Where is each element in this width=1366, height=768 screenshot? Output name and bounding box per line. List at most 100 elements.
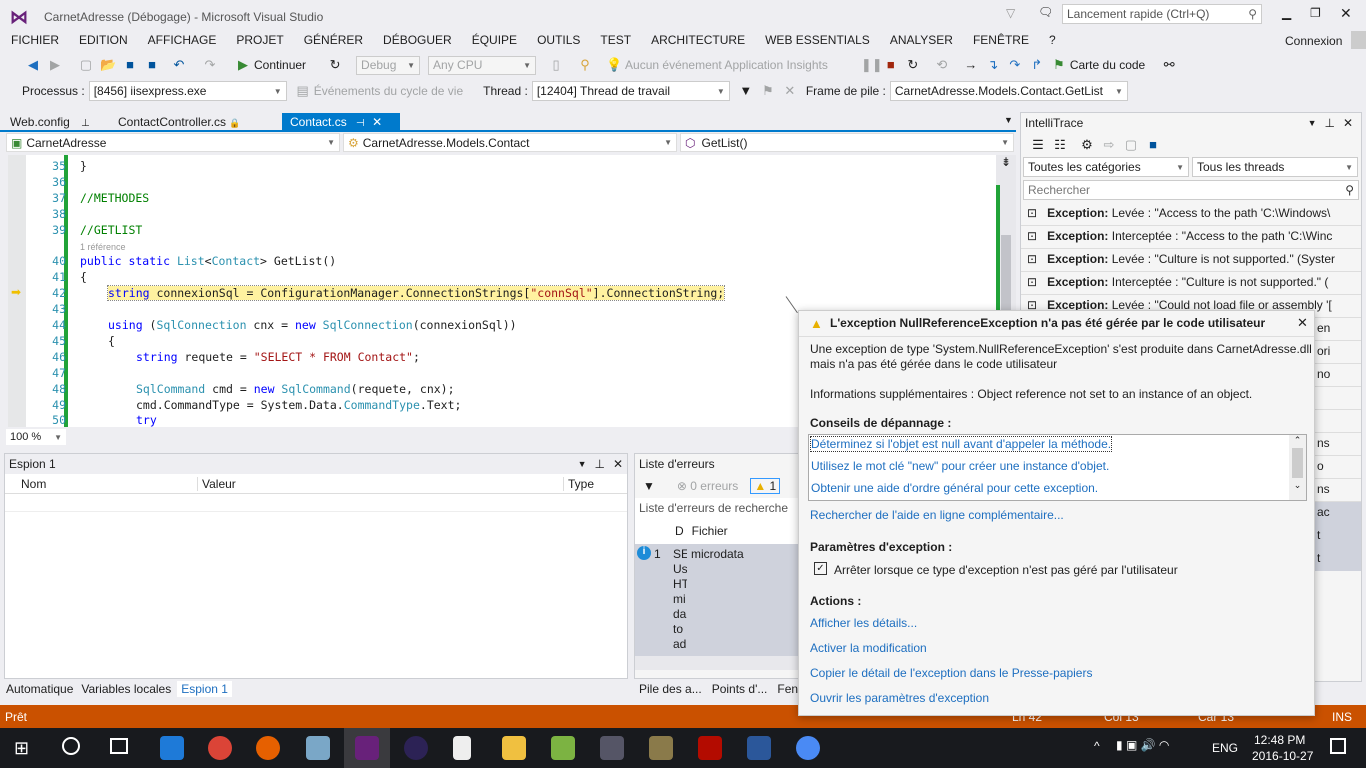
find-icon[interactable]: ⚲ xyxy=(577,57,593,73)
refresh-icon[interactable]: ↻ xyxy=(327,57,343,73)
go-icon[interactable]: ⇨ xyxy=(1101,137,1117,153)
menu-edition[interactable]: EDITION xyxy=(79,33,128,47)
menu-web-essentials[interactable]: WEB ESSENTIALS xyxy=(765,33,870,47)
tray-icons[interactable]: ▮ ▣ 🔊 ◠ xyxy=(1116,738,1169,752)
step-out-icon[interactable]: ↱ xyxy=(1029,57,1045,73)
code-line[interactable]: { xyxy=(80,270,87,284)
code-line[interactable]: { xyxy=(108,334,115,348)
code-line[interactable]: string requete = "SELECT * FROM Contact"… xyxy=(136,350,420,364)
tab-overflow-icon[interactable]: ▼ xyxy=(1004,115,1013,125)
open-file-icon[interactable]: 📂 xyxy=(100,57,116,73)
step-over-icon[interactable]: ↷ xyxy=(1007,57,1023,73)
menu-fenetre[interactable]: FENÊTRE xyxy=(973,33,1029,47)
menu-fichier[interactable]: FICHIER xyxy=(11,33,59,47)
intellitrace-search-input[interactable]: Rechercher ⚲ xyxy=(1023,180,1359,200)
tab-contact-cs[interactable]: Contact.cs ⊣ ✕ xyxy=(282,113,400,131)
back-icon[interactable]: ◀ xyxy=(25,57,41,73)
undo-icon[interactable]: ↶ xyxy=(171,57,187,73)
tab-contact-controller[interactable]: ContactController.cs 🔒 xyxy=(110,113,249,131)
device-icon[interactable]: ▯ xyxy=(548,57,564,73)
clock-date[interactable]: 2016-10-27 xyxy=(1252,749,1313,763)
current-code-line[interactable]: string connexionSql = ConfigurationManag… xyxy=(106,285,726,302)
open-icon[interactable]: ▢ xyxy=(1123,137,1139,153)
tab-breakpoints[interactable]: Points d'... xyxy=(712,682,768,696)
break-checkbox[interactable]: ✓ xyxy=(814,562,827,575)
tab-automatique[interactable]: Automatique xyxy=(6,682,73,696)
forward-icon[interactable]: ▶ xyxy=(47,57,63,73)
task-view-icon[interactable] xyxy=(110,738,128,754)
warnings-filter-button[interactable]: ▲ 1 xyxy=(750,478,781,494)
code-line[interactable]: SqlCommand cmd = new SqlCommand(requete,… xyxy=(136,382,455,396)
restore-button[interactable]: ❐ xyxy=(1310,6,1321,20)
lifecycle-icon[interactable]: ▤ xyxy=(295,83,311,99)
member-nav-select[interactable]: ⬡ GetList() ▼ xyxy=(680,133,1014,152)
tab-call-stack[interactable]: Pile des a... xyxy=(639,682,702,696)
tip-link-general-help[interactable]: Obtenir une aide d'ordre général pour ce… xyxy=(811,481,1098,495)
tool-icon[interactable]: ⚯ xyxy=(1161,57,1177,73)
step-into-icon[interactable]: ↴ xyxy=(985,57,1001,73)
code-line[interactable]: try xyxy=(136,413,157,427)
clear-flags-icon[interactable]: ✕ xyxy=(782,83,798,99)
chromium-icon[interactable] xyxy=(796,736,820,760)
project-nav-select[interactable]: ▣ CarnetAdresse ▼ xyxy=(6,133,340,152)
start-button[interactable]: ⊞ xyxy=(14,738,29,759)
search-online-help-link[interactable]: Rechercher de l'aide en ligne complément… xyxy=(810,508,1064,522)
code-line[interactable]: } xyxy=(80,159,87,173)
errors-filter-button[interactable]: ⊗ 0 erreurs xyxy=(677,479,738,493)
word-icon[interactable] xyxy=(747,736,771,760)
avatar[interactable] xyxy=(1351,31,1366,49)
pin-icon[interactable]: ⊥ xyxy=(594,457,604,471)
notifications-icon[interactable] xyxy=(1330,738,1346,754)
open-exception-settings-link[interactable]: Ouvrir les paramètres d'exception xyxy=(810,691,989,705)
play-icon[interactable]: ▶ xyxy=(235,57,251,73)
code-line[interactable]: //GETLIST xyxy=(80,223,142,237)
code-line[interactable]: using (SqlConnection cnx = new SqlConnec… xyxy=(108,318,517,332)
split-icon[interactable]: ⇟ xyxy=(996,155,1016,169)
tips-scrollbar[interactable]: ⌃ ⌄ xyxy=(1289,435,1306,500)
hot-reload-icon[interactable]: ⟲ xyxy=(934,57,950,73)
new-project-icon[interactable]: ▢ xyxy=(78,57,94,73)
account-link[interactable]: Connexion xyxy=(1285,34,1342,48)
dropdown-icon[interactable]: ▼ xyxy=(578,459,587,469)
menu-affichage[interactable]: AFFICHAGE xyxy=(148,33,217,47)
quick-launch-input[interactable]: Lancement rapide (Ctrl+Q) ⚲ xyxy=(1062,4,1262,24)
intellitrace-event[interactable]: ⊡ Exception: Levée : "Culture is not supp… xyxy=(1021,249,1361,272)
menu-help[interactable]: ? xyxy=(1049,33,1056,47)
flag-filter-icon[interactable]: ▼ xyxy=(738,83,754,99)
restart-icon[interactable]: ↻ xyxy=(905,57,921,73)
tray-expand-icon[interactable]: ^ xyxy=(1094,739,1100,753)
pin-icon[interactable]: ⊥ xyxy=(1324,116,1334,130)
stack-frame-select[interactable]: CarnetAdresse.Models.Contact.GetList ▼ xyxy=(889,81,1128,101)
filter-icon[interactable]: ▽ xyxy=(1006,6,1015,20)
calculator-icon[interactable] xyxy=(453,736,471,760)
intellitrace-event[interactable]: ⊡ Exception: Interceptée : "Culture is no… xyxy=(1021,272,1361,295)
save-icon[interactable]: ■ xyxy=(1145,137,1161,153)
thread-filter-select[interactable]: Tous les threads ▼ xyxy=(1192,157,1358,177)
acrobat-icon[interactable] xyxy=(698,736,722,760)
copy-details-link[interactable]: Copier le détail de l'exception dans le … xyxy=(810,666,1092,680)
eclipse-icon[interactable] xyxy=(404,736,428,760)
firefox-icon[interactable] xyxy=(256,736,280,760)
menu-outils[interactable]: OUTILS xyxy=(537,33,580,47)
clock-time[interactable]: 12:48 PM xyxy=(1254,733,1305,747)
menu-test[interactable]: TEST xyxy=(600,33,631,47)
settings-icon[interactable]: ⚙ xyxy=(1079,137,1095,153)
code-line[interactable]: //METHODES xyxy=(80,191,149,205)
intellitrace-event[interactable]: ⊡ Exception: Levée : "Access to the path … xyxy=(1021,203,1361,226)
show-next-statement-icon[interactable]: → xyxy=(963,57,979,73)
menu-generer[interactable]: GÉNÉRER xyxy=(304,33,363,47)
error-search-input[interactable]: Liste d'erreurs de recherche xyxy=(635,498,803,518)
stop-icon[interactable]: ■ xyxy=(883,57,899,73)
tab-variables-locales[interactable]: Variables locales xyxy=(81,682,171,696)
menu-deboguer[interactable]: DÉBOGUER xyxy=(383,33,452,47)
code-map-icon[interactable]: ⚑ xyxy=(1051,57,1067,73)
filter-icon[interactable]: ▼ xyxy=(643,479,655,493)
configuration-select[interactable]: Debug ▼ xyxy=(356,55,421,75)
pause-icon[interactable]: ❚❚ xyxy=(861,57,883,73)
redo-icon[interactable]: ↷ xyxy=(202,57,218,73)
pin-icon[interactable]: ⊣ xyxy=(356,118,365,129)
visual-studio-icon[interactable] xyxy=(355,736,379,760)
flag-icon[interactable]: ⚑ xyxy=(760,83,776,99)
code-map-button[interactable]: Carte du code xyxy=(1070,58,1145,72)
platform-select[interactable]: Any CPU ▼ xyxy=(428,55,537,75)
